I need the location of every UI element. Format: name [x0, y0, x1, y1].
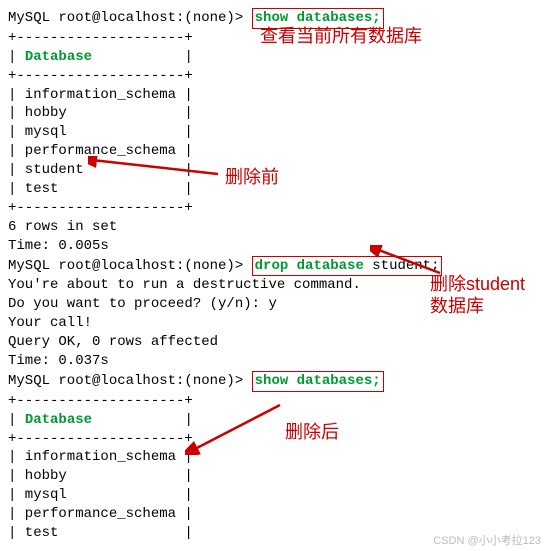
table-row: | performance_schema | [8, 505, 539, 524]
table-row: | mysql | [8, 123, 539, 142]
table-row: | hobby | [8, 104, 539, 123]
arrow-icon [88, 156, 218, 176]
table-row: | information_schema | [8, 86, 539, 105]
arrow-icon [370, 245, 450, 275]
prompt-line-3: MySQL root@localhost:(none)> show databa… [8, 371, 539, 392]
table-row: | hobby | [8, 467, 539, 486]
annot-after-delete: 删除后 [285, 420, 339, 444]
watermark: CSDN @小小考拉123 [433, 534, 541, 549]
status-rows: 6 rows in set [8, 218, 539, 237]
table-border: +--------------------+ [8, 29, 539, 48]
status-time: Time: 0.005s [8, 237, 539, 256]
table-row: | mysql | [8, 486, 539, 505]
annot-delete-student-1: 删除student [430, 272, 525, 296]
arrow-icon [185, 400, 285, 455]
annot-before-delete: 删除前 [225, 165, 279, 189]
annot-delete-student-2: 数据库 [430, 294, 484, 318]
cmd-show-2: show databases; [252, 371, 384, 392]
msg-ok: Query OK, 0 rows affected [8, 333, 539, 352]
table-border: +--------------------+ [8, 199, 539, 218]
table-header: | Database | [8, 48, 539, 67]
status-time: Time: 0.037s [8, 352, 539, 371]
table-border: +--------------------+ [8, 67, 539, 86]
